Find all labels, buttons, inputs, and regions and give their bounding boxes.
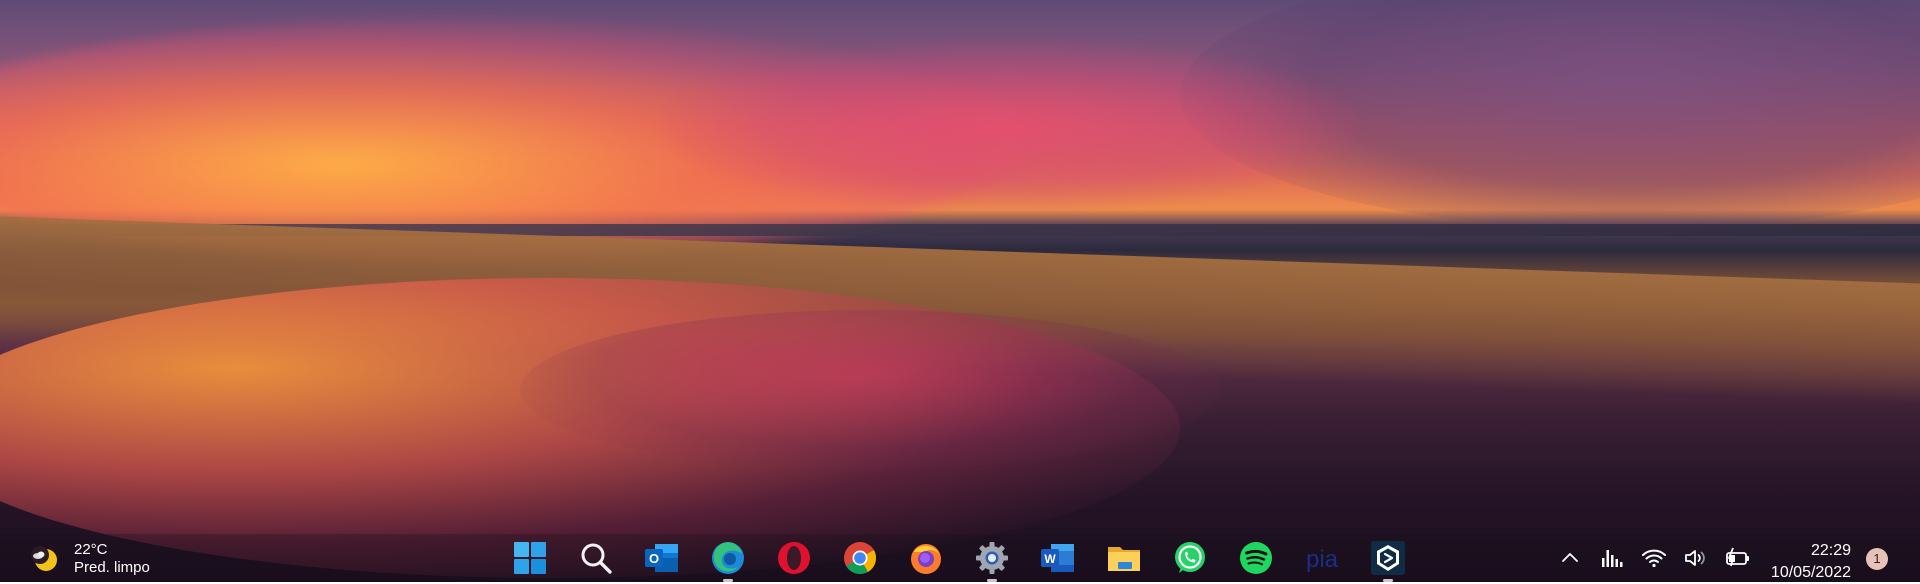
settings-app-button[interactable] [968,540,1016,582]
spotify-app-button[interactable] [1232,540,1280,576]
whatsapp-icon [1175,542,1205,573]
word-icon: W [1041,544,1074,572]
opera-app-button[interactable] [770,540,818,576]
notification-badge[interactable]: 1 [1866,548,1888,570]
firefox-icon [911,544,941,574]
svg-text:W: W [1044,552,1056,566]
water-reflection-pink [520,310,1220,470]
search-button[interactable] [572,540,620,576]
system-tray [1556,542,1752,574]
start-button[interactable] [506,540,554,576]
pia-icon: pia [1306,546,1339,573]
chrome-app-button[interactable] [836,540,884,576]
taskbar: 22°C Pred. limpo O W pia 22:29 10/05/202… [0,534,1920,582]
moon-clear-icon [28,542,62,576]
gear-icon [976,542,1008,574]
folder-icon [1108,547,1140,571]
svg-text:pia: pia [1306,546,1339,573]
taskbar-apps: O W pia [506,540,1412,582]
outlook-app-button[interactable]: O [638,540,686,576]
chevron-up-icon [1562,553,1578,562]
show-hidden-icons-button[interactable] [1556,544,1584,572]
word-app-button[interactable]: W [1034,540,1082,576]
weather-description: Pred. limpo [74,559,150,576]
volume-button[interactable] [1682,544,1710,572]
edge-app-button[interactable] [704,540,752,582]
pia-app-button[interactable]: pia [1298,540,1346,576]
deepl-icon [1371,541,1405,575]
clock-date: 10/05/2022 [1770,564,1851,581]
deepl-app-button[interactable] [1364,540,1412,582]
file-explorer-app-button[interactable] [1100,540,1148,576]
battery-charging-icon [1726,547,1749,567]
weather-temperature: 22°C [74,541,108,558]
chrome-icon [844,542,877,575]
clock[interactable]: 22:29 10/05/2022 [1755,540,1851,584]
wifi-button[interactable] [1640,544,1668,572]
sky-pink-cloud [660,40,1360,210]
desktop-wallpaper [0,0,1920,582]
clock-time: 22:29 [1810,542,1851,559]
svg-text:O: O [649,551,659,566]
search-icon [581,543,612,574]
weather-text: 22°C Pred. limpo [74,541,150,577]
opera-icon [778,542,810,574]
volume-icon [1685,550,1705,566]
windows-logo-icon [514,542,546,574]
outlook-icon: O [645,544,678,572]
battery-button[interactable] [1724,544,1752,572]
wifi-icon [1642,549,1666,568]
audio-equalizer-button[interactable] [1598,544,1626,572]
spotify-icon [1240,542,1272,574]
whatsapp-app-button[interactable] [1166,540,1214,576]
firefox-app-button[interactable] [902,540,950,576]
edge-icon [712,542,744,574]
equalizer-icon [1602,550,1623,567]
weather-widget[interactable]: 22°C Pred. limpo [28,539,150,579]
